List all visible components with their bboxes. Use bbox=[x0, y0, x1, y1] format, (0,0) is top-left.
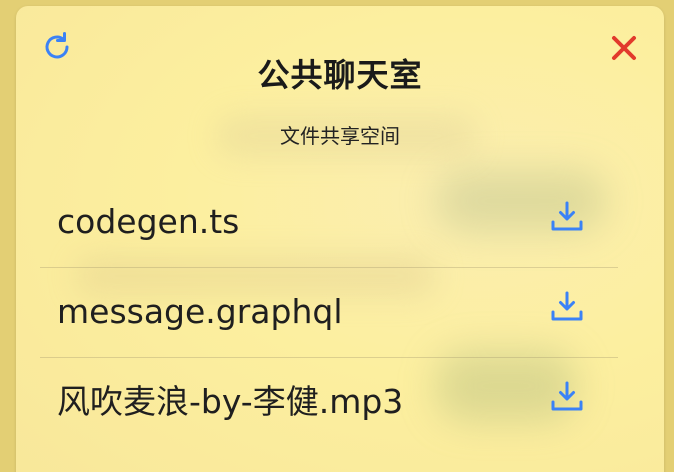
file-name: message.graphql bbox=[57, 292, 343, 331]
download-button[interactable] bbox=[550, 290, 584, 324]
file-name: 风吹麦浪-by-李健.mp3 bbox=[57, 382, 404, 421]
download-button[interactable] bbox=[550, 200, 584, 234]
list-item: 风吹麦浪-by-李健.mp3 bbox=[40, 358, 618, 447]
page-subtitle: 文件共享空间 bbox=[280, 124, 400, 148]
file-name: codegen.ts bbox=[57, 202, 240, 241]
download-icon bbox=[551, 291, 583, 321]
file-share-panel: 公共聊天室 文件共享空间 codegen.ts message.graphql … bbox=[16, 6, 664, 472]
list-item: codegen.ts bbox=[40, 178, 618, 268]
file-list: codegen.ts message.graphql 风吹麦浪-by-李健.mp… bbox=[40, 178, 618, 447]
page-title: 公共聊天室 bbox=[257, 56, 423, 94]
download-icon bbox=[551, 381, 583, 411]
download-icon bbox=[551, 201, 583, 231]
list-item: message.graphql bbox=[40, 268, 618, 358]
download-button[interactable] bbox=[550, 380, 584, 414]
